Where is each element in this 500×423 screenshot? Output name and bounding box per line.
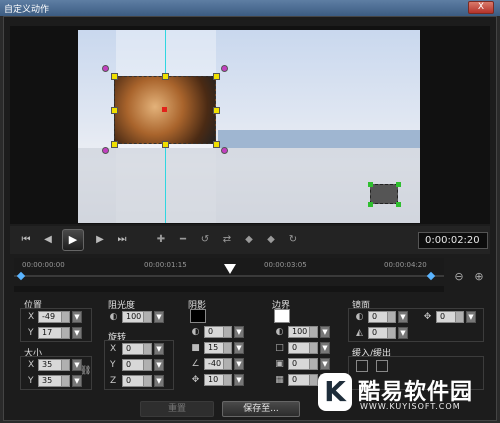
- save-to-button[interactable]: 保存至...: [222, 401, 300, 417]
- resize-handle[interactable]: [213, 73, 220, 80]
- watermark-logo: K 酷易软件园 WWW.KUYISOFT.COM: [318, 371, 498, 417]
- resize-handle[interactable]: [111, 141, 118, 148]
- shadow-opacity-dropdown[interactable]: ▼: [234, 326, 244, 338]
- border-color-swatch[interactable]: [274, 309, 290, 323]
- position-x-dropdown[interactable]: ▼: [72, 311, 82, 323]
- rotation-x-dropdown[interactable]: ▼: [154, 343, 164, 355]
- window-titlebar: 自定义动作 X: [0, 0, 500, 16]
- position-x-input[interactable]: -49: [38, 311, 70, 323]
- play-icon[interactable]: ▶: [62, 229, 84, 251]
- border-opacity-icon: ◐: [275, 327, 284, 337]
- shadow-opacity-input[interactable]: 0: [204, 326, 232, 338]
- mirror-move-icon: ✥: [423, 312, 432, 322]
- remove-keyframe-icon[interactable]: ━: [174, 232, 192, 248]
- mirror-opacity-icon: ◐: [355, 312, 364, 322]
- timecode-field[interactable]: 0:00:02:20: [418, 232, 488, 249]
- end-handle[interactable]: [368, 202, 373, 207]
- prev-frame-icon[interactable]: ◀: [40, 232, 56, 248]
- shadow-opacity-icon: ◐: [191, 327, 200, 337]
- ruler-label: 00:00:01:15: [144, 261, 187, 269]
- mirror-offset-icon: ◭: [356, 328, 363, 338]
- rotate-handle[interactable]: [102, 147, 109, 154]
- end-handle[interactable]: [396, 182, 401, 187]
- goto-keyframe-icon[interactable]: ↻: [284, 232, 302, 248]
- resize-handle[interactable]: [162, 141, 169, 148]
- next-frame-icon[interactable]: ▶: [92, 232, 108, 248]
- move-right-icon[interactable]: ◆: [262, 232, 280, 248]
- mirror-gap-input[interactable]: 0: [436, 311, 464, 323]
- swap-keyframe-icon[interactable]: ⇄: [218, 232, 236, 248]
- position-y-dropdown[interactable]: ▼: [72, 327, 82, 339]
- close-button[interactable]: X: [468, 1, 494, 14]
- shadow-angle-input[interactable]: -40: [204, 358, 232, 370]
- rotation-z-dropdown[interactable]: ▼: [154, 375, 164, 387]
- shadow-blur-icon: ■: [191, 343, 200, 353]
- border-softness-icon: ▣: [275, 359, 284, 369]
- mirror-opacity-dropdown[interactable]: ▼: [398, 311, 408, 323]
- mirror-gap-dropdown[interactable]: ▼: [466, 311, 476, 323]
- border-opacity-input[interactable]: 100: [288, 326, 318, 338]
- mirror-offset-input[interactable]: 0: [368, 327, 396, 339]
- border-softness-dropdown[interactable]: ▼: [320, 358, 330, 370]
- window-title: 自定义动作: [4, 5, 50, 15]
- resize-handle[interactable]: [213, 141, 220, 148]
- go-start-icon[interactable]: ⏮: [18, 232, 34, 248]
- shadow-distance-icon: ✥: [191, 375, 200, 385]
- link-icon[interactable]: ⛓: [80, 366, 91, 377]
- shadow-angle-dropdown[interactable]: ▼: [234, 358, 244, 370]
- zoom-out-icon[interactable]: ⊖: [452, 270, 466, 284]
- opacity-title: 阻光度: [108, 301, 136, 311]
- reverse-keyframe-icon[interactable]: ↺: [196, 232, 214, 248]
- anchor-point[interactable]: [162, 107, 167, 112]
- border-extra-input[interactable]: 0: [288, 374, 318, 386]
- rotation-y-dropdown[interactable]: ▼: [154, 359, 164, 371]
- shadow-distance-dropdown[interactable]: ▼: [234, 374, 244, 386]
- border-extra-icon: ▦: [275, 375, 284, 385]
- mirror-opacity-input[interactable]: 0: [368, 311, 396, 323]
- opacity-dropdown[interactable]: ▼: [154, 311, 164, 323]
- shadow-distance-input[interactable]: 10: [204, 374, 232, 386]
- border-softness-input[interactable]: 0: [288, 358, 318, 370]
- border-opacity-dropdown[interactable]: ▼: [320, 326, 330, 338]
- rotate-handle[interactable]: [221, 147, 228, 154]
- shadow-blur-dropdown[interactable]: ▼: [234, 342, 244, 354]
- size-y-input[interactable]: 35: [38, 375, 70, 387]
- border-width-icon: □: [275, 343, 284, 353]
- add-keyframe-icon[interactable]: ✚: [152, 232, 170, 248]
- rotation-z-input[interactable]: 0: [122, 375, 152, 387]
- opacity-input[interactable]: 100: [122, 311, 152, 323]
- end-position-object[interactable]: [370, 184, 398, 204]
- watermark-logo-mark: K: [318, 373, 352, 411]
- shadow-color-swatch[interactable]: [190, 309, 206, 323]
- end-handle[interactable]: [396, 202, 401, 207]
- resize-handle[interactable]: [111, 107, 118, 114]
- ruler-label: 00:00:00:00: [22, 261, 65, 269]
- zoom-in-icon[interactable]: ⊕: [472, 270, 486, 284]
- size-x-input[interactable]: 35: [38, 359, 70, 371]
- move-left-icon[interactable]: ◆: [240, 232, 258, 248]
- end-handle[interactable]: [368, 182, 373, 187]
- border-width-input[interactable]: 0: [288, 342, 318, 354]
- rotate-handle[interactable]: [102, 65, 109, 72]
- mirror-offset-dropdown[interactable]: ▼: [398, 327, 408, 339]
- timeline-scrollbar[interactable]: [14, 286, 444, 292]
- ruler-label: 00:00:03:05: [264, 261, 307, 269]
- rotation-y-input[interactable]: 0: [122, 359, 152, 371]
- shadow-angle-icon: ∠: [191, 359, 200, 369]
- rotation-x-input[interactable]: 0: [122, 343, 152, 355]
- ruler-label: 00:00:04:20: [384, 261, 427, 269]
- resize-handle[interactable]: [213, 107, 220, 114]
- border-width-dropdown[interactable]: ▼: [320, 342, 330, 354]
- watermark-url: WWW.KUYISOFT.COM: [360, 402, 461, 411]
- position-y-input[interactable]: 17: [38, 327, 70, 339]
- opacity-icon: ◐: [109, 312, 118, 322]
- resize-handle[interactable]: [111, 73, 118, 80]
- rotate-handle[interactable]: [221, 65, 228, 72]
- reset-button[interactable]: 重置: [140, 401, 214, 417]
- go-end-icon[interactable]: ⏭: [114, 232, 130, 248]
- resize-handle[interactable]: [162, 73, 169, 80]
- shadow-blur-input[interactable]: 15: [204, 342, 232, 354]
